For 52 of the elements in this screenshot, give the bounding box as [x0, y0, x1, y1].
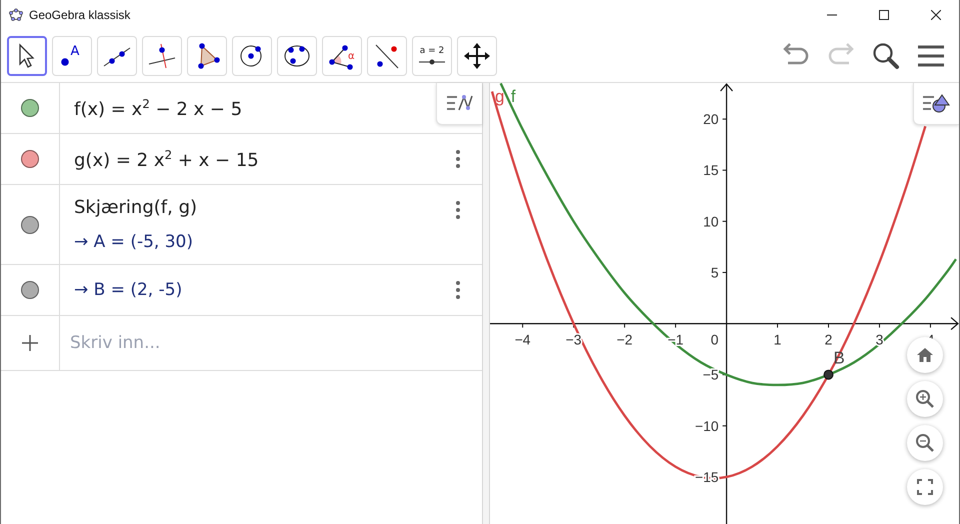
style-bar-toggle[interactable]	[913, 83, 959, 125]
home-button[interactable]	[907, 337, 943, 373]
perpendicular-tool-button[interactable]	[142, 36, 182, 76]
more-icon	[456, 281, 460, 299]
formula-text: g(x) = 2 x$^{2}$ + x − 15	[74, 148, 259, 170]
tick-label: 2	[824, 332, 832, 348]
tick-label: −5	[702, 366, 719, 383]
function-label: f	[510, 86, 516, 106]
tick-label: 1	[774, 332, 782, 348]
pan-tool-button[interactable]	[457, 36, 497, 76]
origin-label: 0	[710, 332, 718, 348]
zoom-in-button[interactable]	[907, 381, 943, 417]
maximize-icon	[879, 10, 889, 20]
home-icon	[916, 346, 934, 364]
visibility-toggle[interactable]	[21, 281, 39, 299]
app-logo-icon	[9, 8, 23, 22]
line-tool-button[interactable]	[97, 36, 137, 76]
conic-tool-button[interactable]	[277, 36, 317, 76]
formula-text: Skjæring(f, g)	[74, 197, 198, 218]
tick-label: 10	[703, 213, 719, 230]
tick-label: 15	[703, 162, 719, 178]
close-icon	[931, 10, 941, 20]
shapes-style-icon	[922, 92, 952, 116]
point-marker	[824, 370, 834, 380]
formula-text: f(x) = x$^{2}$ − 2 x − 5	[74, 96, 242, 120]
more-icon	[456, 201, 460, 219]
circle-tool-button[interactable]	[232, 36, 272, 76]
visibility-toggle[interactable]	[21, 99, 39, 117]
plus-icon	[22, 335, 38, 351]
output-value: → B = (2, -5)	[74, 280, 182, 300]
tick-label: −10	[695, 418, 719, 434]
function-label: g	[494, 86, 504, 106]
input-field[interactable]: Skriv inn...	[60, 316, 482, 370]
visibility-toggle[interactable]	[21, 150, 39, 168]
zoom-out-button[interactable]	[907, 425, 943, 461]
style-bar-toggle[interactable]	[436, 83, 482, 125]
zoom-out-icon	[915, 433, 935, 453]
output-value: → A = (-5, 30)	[74, 232, 193, 252]
more-icon	[456, 150, 460, 168]
fullscreen-icon	[917, 479, 933, 495]
tick-label: 20	[703, 111, 719, 128]
fullscreen-button[interactable]	[907, 469, 943, 505]
tick-label: −2	[616, 332, 633, 348]
visibility-toggle[interactable]	[21, 216, 39, 234]
polygon-tool-button[interactable]	[187, 36, 227, 76]
zoom-in-icon	[915, 389, 935, 409]
reflect-tool-button[interactable]	[367, 36, 407, 76]
tick-label: −4	[514, 332, 531, 348]
tick-label: −3	[566, 332, 582, 348]
tick-label: 5	[710, 264, 719, 280]
window-title: GeoGebra klassisk	[29, 8, 132, 22]
move-tool-button[interactable]	[7, 36, 47, 76]
